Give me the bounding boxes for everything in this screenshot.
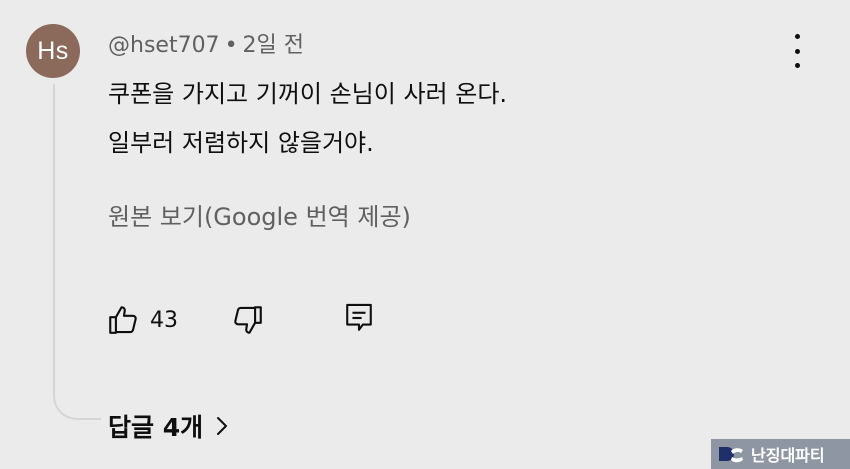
like-button[interactable]: 43 <box>106 303 178 337</box>
replies-count-label: 답글 4개 <box>108 413 204 442</box>
watermark-text: 난징대파티 <box>751 446 825 465</box>
comment-icon <box>346 303 372 331</box>
avatar-initials: Hs <box>37 36 69 65</box>
comment-text-line-2: 일부러 저렴하지 않을거야. <box>108 129 374 157</box>
view-replies-button[interactable]: 답글 4개 <box>108 408 229 444</box>
site-watermark: 난징대파티 <box>711 439 850 469</box>
more-vert-icon <box>794 34 800 39</box>
like-count: 43 <box>150 307 178 333</box>
meta-separator: • <box>224 33 238 58</box>
thumb-up-icon <box>109 306 137 334</box>
thumb-down-icon <box>234 306 262 334</box>
author-handle[interactable]: @hset707 <box>108 33 220 58</box>
author-avatar[interactable]: Hs <box>26 24 80 78</box>
dislike-button[interactable] <box>231 303 265 337</box>
thread-connector-line <box>53 84 101 420</box>
watermark-logo-icon <box>719 447 743 463</box>
reply-button[interactable] <box>343 301 375 335</box>
more-options-button[interactable] <box>786 34 808 68</box>
comment-text-line-1: 쿠폰을 가지고 기꺼이 손님이 사러 온다. <box>108 80 508 108</box>
comment-timestamp[interactable]: 2일 전 <box>243 33 304 58</box>
show-original-link[interactable]: 원본 보기(Google 번역 제공) <box>108 197 411 232</box>
chevron-right-icon <box>217 417 228 435</box>
comment-meta: @hset707 • 2일 전 <box>108 27 304 59</box>
